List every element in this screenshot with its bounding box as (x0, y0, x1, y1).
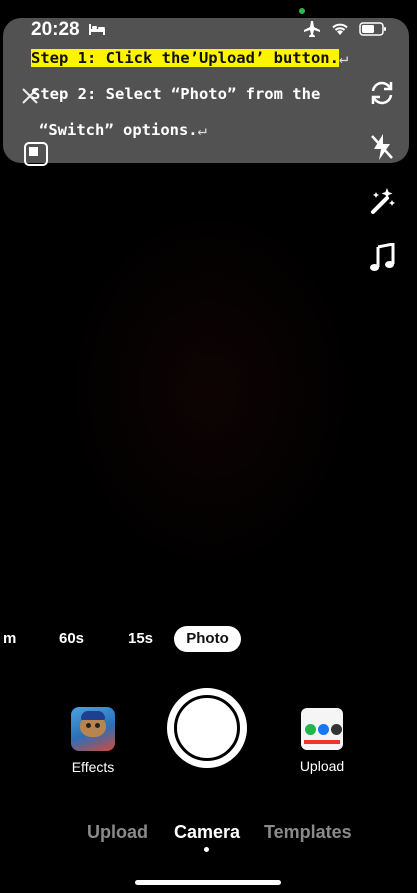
upload-thumbnail[interactable] (301, 708, 343, 750)
effects-eye-shape (95, 723, 100, 728)
return-mark: ↵ (338, 49, 349, 67)
status-time: 20:28 (31, 19, 80, 40)
active-tab-dot (204, 847, 209, 852)
return-mark: ↵ (197, 121, 207, 139)
instruction-step-1-text: Step 1: Click the’Upload’ button. (31, 49, 339, 67)
upload-label: Upload (299, 758, 345, 774)
instruction-text: Step 1: Click the’Upload’ button.↵ Step … (31, 40, 391, 148)
bottom-tabs: Upload Camera Templates (0, 820, 417, 852)
upload-button[interactable]: Upload (300, 708, 344, 774)
tab-templates[interactable]: Templates (264, 822, 352, 843)
duration-option-60s[interactable]: 60s (59, 630, 84, 647)
thumbnail-circle (305, 724, 316, 735)
tab-upload[interactable]: Upload (87, 822, 148, 843)
duration-option-15s[interactable]: 15s (128, 630, 153, 647)
effects-button[interactable]: Effects (71, 707, 115, 775)
duration-selector: m 60s 15s Photo (0, 626, 417, 654)
camera-screen: 20:28 Step 1: Click the’Upload’ button.↵… (0, 0, 417, 893)
effects-eye-shape (86, 723, 91, 728)
bed-icon (88, 22, 106, 41)
music-note-icon[interactable] (368, 242, 396, 273)
instruction-step-1: Step 1: Click the’Upload’ button.↵ (31, 40, 391, 76)
duration-option-photo[interactable]: Photo (174, 626, 241, 652)
instruction-step-2: Step 2: Select “Photo” from the (31, 85, 321, 103)
duration-option-m[interactable]: m (3, 630, 16, 647)
effects-thumbnail[interactable] (71, 707, 115, 751)
wifi-icon (331, 22, 349, 41)
thumbnail-bar (304, 740, 340, 744)
effects-label: Effects (71, 759, 115, 775)
shutter-button[interactable] (167, 688, 247, 768)
tab-camera[interactable]: Camera (174, 822, 240, 843)
home-indicator[interactable] (135, 880, 281, 885)
effects-hat-shape (81, 711, 105, 720)
shutter-ring (174, 695, 240, 761)
camera-viewfinder (60, 200, 360, 580)
instruction-step-2-cont: “Switch” options.↵ (31, 112, 391, 148)
thumbnail-circle (318, 724, 329, 735)
battery-icon (359, 22, 387, 41)
instruction-step-2-cont-text: “Switch” options. (39, 121, 198, 139)
status-icons (303, 21, 387, 42)
magic-wand-icon[interactable] (367, 186, 397, 216)
thumbnail-circle (331, 724, 342, 735)
airplane-icon (303, 21, 321, 42)
